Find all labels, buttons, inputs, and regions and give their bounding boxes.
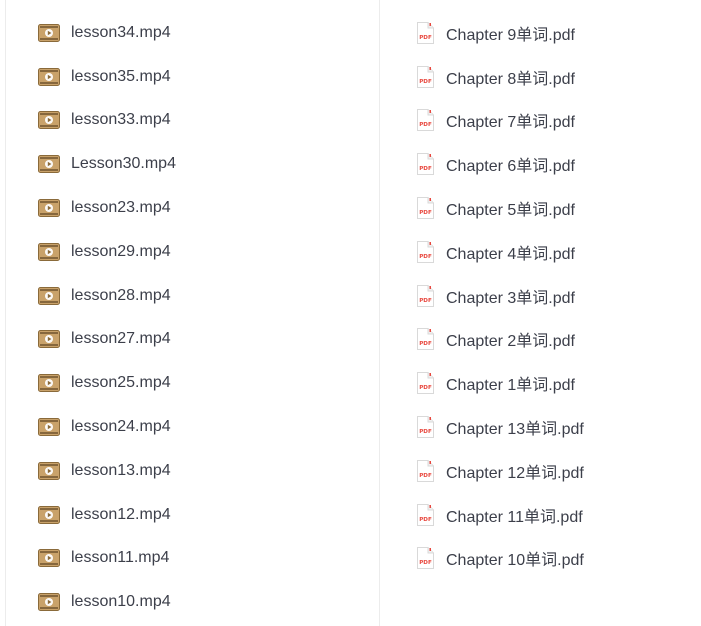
svg-text:PDF: PDF bbox=[419, 35, 432, 41]
video-thumbnail-icon bbox=[38, 330, 60, 349]
file-name: Chapter 13单词.pdf bbox=[446, 421, 584, 439]
video-file-item[interactable]: lesson11.mp4 bbox=[6, 537, 379, 581]
file-name: Chapter 8单词.pdf bbox=[446, 70, 575, 88]
video-file-item[interactable]: lesson23.mp4 bbox=[6, 186, 379, 230]
pdf-file-icon: PDF bbox=[415, 503, 435, 526]
file-name: lesson13.mp4 bbox=[71, 461, 171, 479]
file-name: Chapter 4单词.pdf bbox=[446, 245, 575, 263]
video-file-item[interactable]: lesson12.mp4 bbox=[6, 493, 379, 537]
pdf-file-icon: PDF bbox=[415, 459, 435, 482]
file-name: Chapter 3单词.pdf bbox=[446, 289, 575, 307]
pdf-file-icon: PDF bbox=[415, 372, 435, 395]
pdf-file-item[interactable]: PDF Chapter 10单词.pdf bbox=[381, 537, 701, 581]
video-thumbnail-icon bbox=[38, 418, 60, 437]
video-thumbnail-icon bbox=[38, 199, 60, 218]
video-thumbnail-icon bbox=[38, 286, 60, 305]
video-thumbnail-icon bbox=[38, 155, 60, 174]
svg-text:PDF: PDF bbox=[419, 429, 432, 435]
svg-text:PDF: PDF bbox=[419, 122, 432, 128]
file-name: lesson34.mp4 bbox=[71, 23, 171, 41]
file-name: Chapter 2单词.pdf bbox=[446, 333, 575, 351]
pdf-file-icon: PDF bbox=[415, 284, 435, 307]
svg-text:PDF: PDF bbox=[419, 385, 432, 391]
pdf-file-item[interactable]: PDF Chapter 5单词.pdf bbox=[381, 186, 701, 230]
file-name: lesson10.mp4 bbox=[71, 593, 171, 611]
video-thumbnail-icon bbox=[38, 549, 60, 568]
video-thumbnail-icon bbox=[38, 374, 60, 393]
pdf-file-item[interactable]: PDF Chapter 1单词.pdf bbox=[381, 361, 701, 405]
video-thumbnail-icon bbox=[38, 505, 60, 524]
pdf-file-item[interactable]: PDF Chapter 12单词.pdf bbox=[381, 449, 701, 493]
file-name: lesson11.mp4 bbox=[71, 549, 170, 567]
pdf-file-icon: PDF bbox=[415, 416, 435, 439]
file-name: Chapter 12单词.pdf bbox=[446, 464, 584, 482]
video-thumbnail-icon bbox=[38, 461, 60, 480]
pdf-file-item[interactable]: PDF Chapter 8单词.pdf bbox=[381, 55, 701, 99]
pdf-file-item[interactable]: PDF Chapter 7单词.pdf bbox=[381, 99, 701, 143]
video-thumbnail-icon bbox=[38, 67, 60, 86]
video-file-list: lesson34.mp4 lesson35.mp4 lesson33.mp4 L… bbox=[6, 11, 379, 624]
video-file-item[interactable]: lesson33.mp4 bbox=[6, 99, 379, 143]
svg-text:PDF: PDF bbox=[419, 341, 432, 347]
file-name: lesson28.mp4 bbox=[71, 286, 171, 304]
svg-text:PDF: PDF bbox=[419, 79, 432, 85]
video-file-panel: lesson34.mp4 lesson35.mp4 lesson33.mp4 L… bbox=[5, 0, 380, 626]
svg-text:PDF: PDF bbox=[419, 254, 432, 260]
pdf-file-panel: PDF Chapter 9单词.pdf PDF Chapter 8单词.pdf PD… bbox=[381, 0, 701, 626]
file-name: lesson25.mp4 bbox=[71, 374, 171, 392]
pdf-file-list: PDF Chapter 9单词.pdf PDF Chapter 8单词.pdf PD… bbox=[381, 11, 701, 580]
video-thumbnail-icon bbox=[38, 242, 60, 261]
file-name: lesson35.mp4 bbox=[71, 67, 171, 85]
pdf-file-icon: PDF bbox=[415, 197, 435, 220]
svg-text:PDF: PDF bbox=[419, 517, 432, 523]
file-name: Chapter 1单词.pdf bbox=[446, 377, 575, 395]
pdf-file-item[interactable]: PDF Chapter 2单词.pdf bbox=[381, 318, 701, 362]
pdf-file-icon: PDF bbox=[415, 153, 435, 176]
pdf-file-icon: PDF bbox=[415, 109, 435, 132]
file-name: Chapter 5单词.pdf bbox=[446, 202, 575, 220]
video-file-item[interactable]: lesson13.mp4 bbox=[6, 449, 379, 493]
file-name: lesson12.mp4 bbox=[71, 505, 171, 523]
file-name: Chapter 6单词.pdf bbox=[446, 158, 575, 176]
video-file-item[interactable]: lesson27.mp4 bbox=[6, 318, 379, 362]
pdf-file-item[interactable]: PDF Chapter 13单词.pdf bbox=[381, 405, 701, 449]
video-file-item[interactable]: Lesson30.mp4 bbox=[6, 142, 379, 186]
file-name: Lesson30.mp4 bbox=[71, 155, 176, 173]
video-thumbnail-icon bbox=[38, 23, 60, 42]
file-name: lesson29.mp4 bbox=[71, 242, 171, 260]
video-file-item[interactable]: lesson24.mp4 bbox=[6, 405, 379, 449]
pdf-file-item[interactable]: PDF Chapter 3单词.pdf bbox=[381, 274, 701, 318]
pdf-file-item[interactable]: PDF Chapter 11单词.pdf bbox=[381, 493, 701, 537]
file-name: lesson33.mp4 bbox=[71, 111, 171, 129]
pdf-file-item[interactable]: PDF Chapter 6单词.pdf bbox=[381, 142, 701, 186]
video-thumbnail-icon bbox=[38, 111, 60, 130]
file-name: Chapter 11单词.pdf bbox=[446, 508, 583, 526]
pdf-file-icon: PDF bbox=[415, 21, 435, 44]
pdf-file-icon: PDF bbox=[415, 65, 435, 88]
pdf-file-icon: PDF bbox=[415, 547, 435, 570]
video-file-item[interactable]: lesson28.mp4 bbox=[6, 274, 379, 318]
video-thumbnail-icon bbox=[38, 593, 60, 612]
file-name: lesson27.mp4 bbox=[71, 330, 171, 348]
pdf-file-icon: PDF bbox=[415, 328, 435, 351]
file-name: lesson24.mp4 bbox=[71, 418, 171, 436]
video-file-item[interactable]: lesson35.mp4 bbox=[6, 55, 379, 99]
pdf-file-icon: PDF bbox=[415, 240, 435, 263]
file-name: Chapter 10单词.pdf bbox=[446, 552, 584, 570]
video-file-item[interactable]: lesson25.mp4 bbox=[6, 361, 379, 405]
svg-text:PDF: PDF bbox=[419, 560, 432, 566]
svg-text:PDF: PDF bbox=[419, 166, 432, 172]
pdf-file-item[interactable]: PDF Chapter 4单词.pdf bbox=[381, 230, 701, 274]
video-file-item[interactable]: lesson10.mp4 bbox=[6, 580, 379, 624]
file-name: Chapter 7单词.pdf bbox=[446, 114, 575, 132]
svg-text:PDF: PDF bbox=[419, 473, 432, 479]
file-name: lesson23.mp4 bbox=[71, 199, 171, 217]
video-file-item[interactable]: lesson34.mp4 bbox=[6, 11, 379, 55]
video-file-item[interactable]: lesson29.mp4 bbox=[6, 230, 379, 274]
pdf-file-item[interactable]: PDF Chapter 9单词.pdf bbox=[381, 11, 701, 55]
svg-text:PDF: PDF bbox=[419, 298, 432, 304]
svg-text:PDF: PDF bbox=[419, 210, 432, 216]
file-name: Chapter 9单词.pdf bbox=[446, 26, 575, 44]
